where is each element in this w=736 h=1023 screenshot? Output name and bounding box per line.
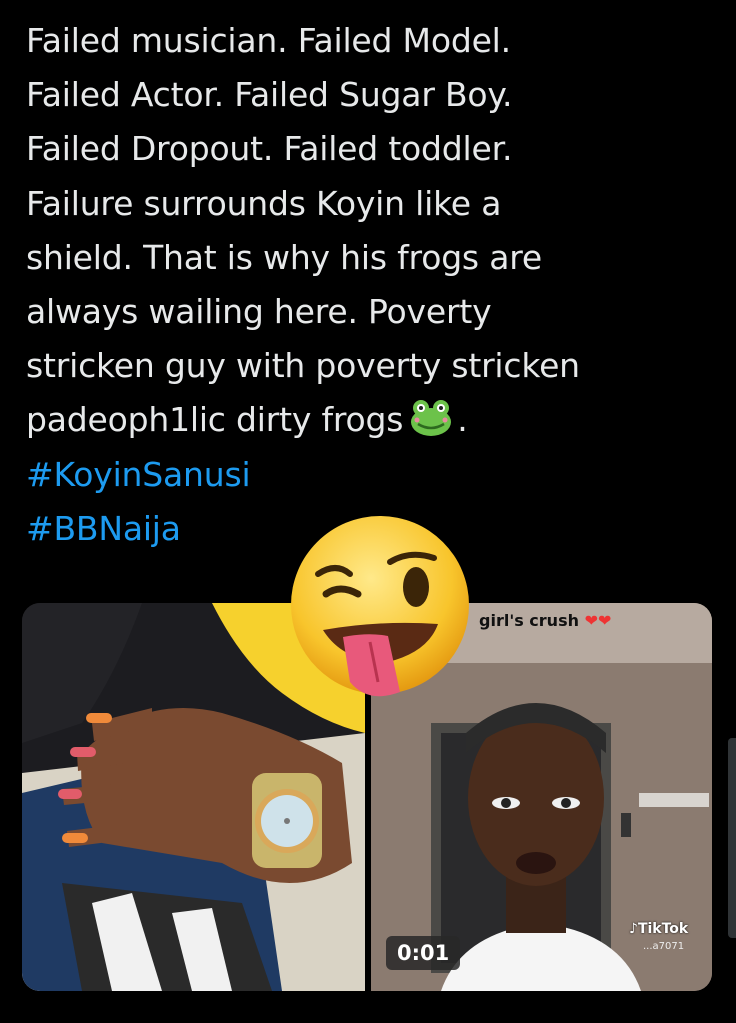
frog-emoji-icon bbox=[409, 399, 453, 437]
video-duration: 0:01 bbox=[386, 936, 461, 970]
tweet-text: Failed musician. Failed Model. Failed Ac… bbox=[26, 14, 716, 556]
tweet-line-period: . bbox=[457, 400, 468, 440]
heart-emoji-icon: ❤❤ bbox=[584, 611, 612, 630]
tweet-line-last: padeoph1lic dirty frogs . bbox=[26, 393, 716, 447]
tweet-line: Failed musician. Failed Model. bbox=[26, 21, 511, 60]
tweet-line: Failed Dropout. Failed toddler. bbox=[26, 129, 513, 169]
winking-tongue-emoji-icon bbox=[288, 512, 472, 698]
tiktok-watermark: TikTok bbox=[637, 921, 689, 937]
hashtag-link[interactable]: #KoyinSanusi bbox=[26, 448, 716, 502]
tiktok-logo-icon: ♪TikTok bbox=[629, 921, 689, 937]
tweet-line: Failed Actor. Failed Sugar Boy. bbox=[26, 75, 513, 115]
tweet-line: always wailing here. Poverty bbox=[26, 292, 492, 332]
tweet-line: stricken guy with poverty stricken bbox=[26, 346, 580, 386]
scroll-indicator[interactable] bbox=[728, 738, 736, 938]
tweet-line: shield. That is why his frogs are bbox=[26, 237, 542, 277]
tiktok-username: ...a7071 bbox=[643, 941, 685, 952]
video-caption: girl's crush ❤❤ bbox=[479, 611, 612, 630]
tweet-line-text: padeoph1lic dirty frogs bbox=[26, 400, 404, 440]
tweet-line: Failure surrounds Koyin like a bbox=[26, 183, 502, 223]
